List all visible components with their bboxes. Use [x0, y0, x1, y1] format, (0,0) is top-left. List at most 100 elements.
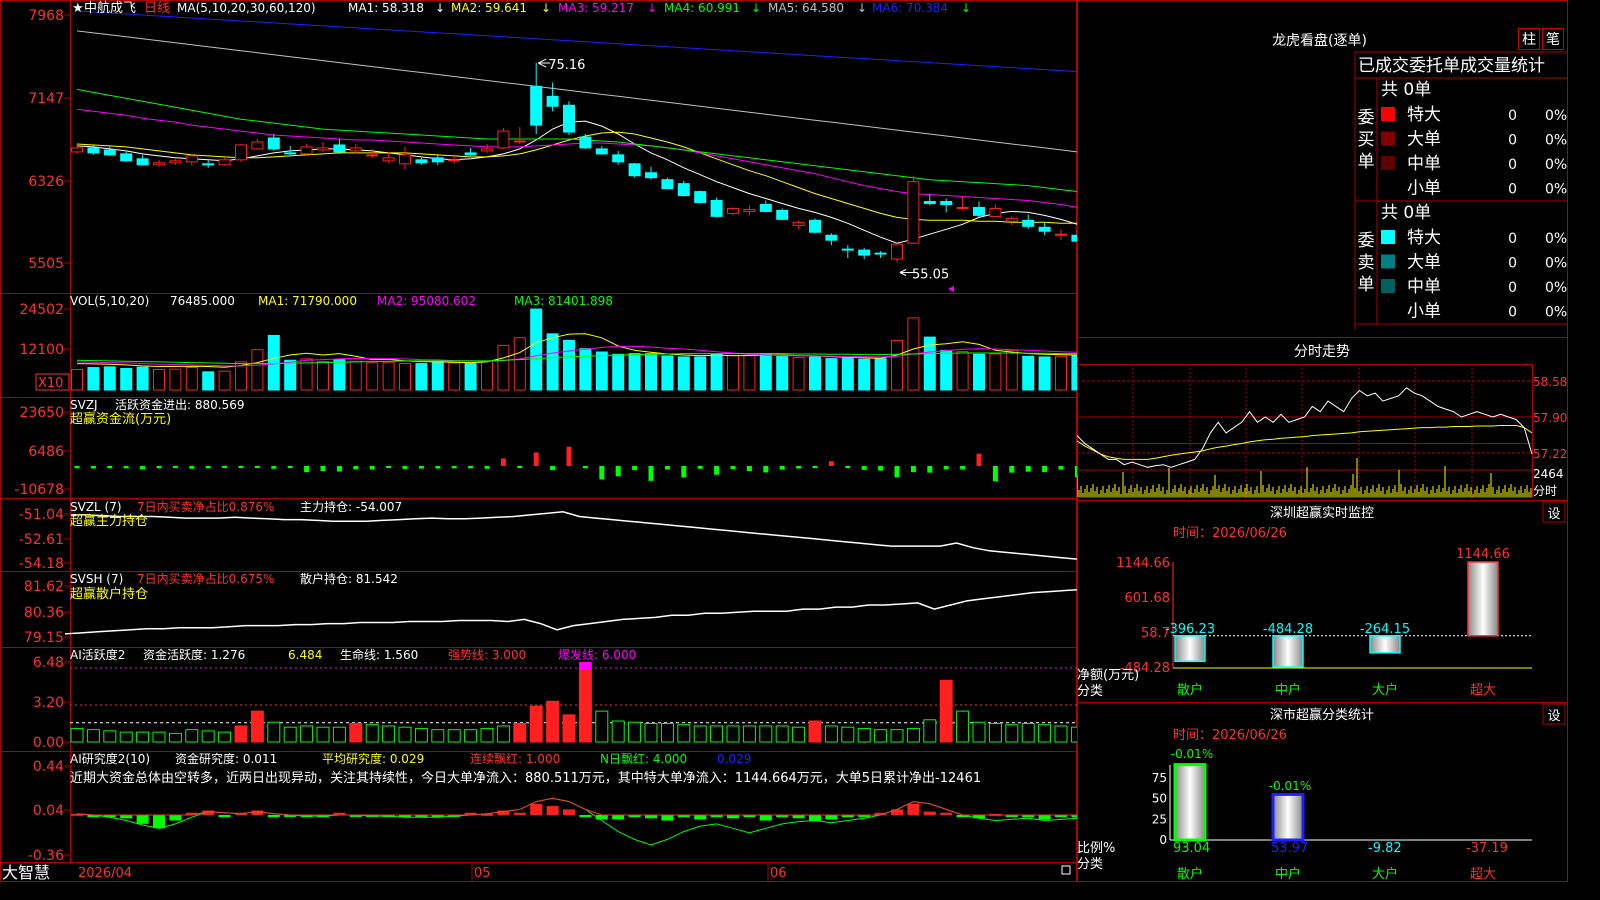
- sell-row-name: 小单: [1407, 302, 1441, 322]
- candle-body: [481, 148, 493, 152]
- left-chart-area[interactable]: 7968 7147 6326 5505 75.16 55.05 ★ 中航成飞 日线 MA(5,10…: [0, 0, 1077, 882]
- ai2-name: AI研究度2(10): [70, 751, 150, 766]
- candle-body: [349, 147, 362, 152]
- ma5-value: MA5: 64.580: [768, 1, 844, 15]
- ai1-bar: [464, 729, 478, 743]
- svzl-hold: 主力持仓: -54.007: [300, 499, 402, 514]
- classify-tick: 50: [1152, 792, 1167, 806]
- candle-body: [399, 154, 411, 165]
- svzj-bar: [271, 466, 277, 469]
- volume-bar: [415, 363, 428, 391]
- ai2-bar: [825, 814, 838, 820]
- ai1-bar: [857, 727, 871, 743]
- ai2-bar: [809, 814, 821, 821]
- ma60-line: [76, 30, 1077, 153]
- volume-tick: 24502: [19, 302, 64, 318]
- svzj-bar: [287, 466, 293, 468]
- trend-down-icon: ↓: [541, 1, 551, 15]
- volume-bar: [431, 361, 444, 391]
- candle-body: [448, 159, 461, 162]
- svzj-bar: [320, 466, 326, 472]
- classify-top-label: -0.01%: [1269, 779, 1311, 793]
- stock-name: 中航成飞: [84, 0, 136, 16]
- svzj-bar: [1009, 466, 1015, 473]
- volume-bar: [87, 367, 100, 391]
- classify-bar-value: -9.82: [1368, 841, 1402, 856]
- candle-body: [940, 200, 953, 205]
- svzj-tick: -10678: [14, 482, 64, 498]
- candle-body: [513, 140, 526, 143]
- classify-bar: [1271, 792, 1305, 842]
- sell-side-label: 委: [1358, 231, 1375, 251]
- ai1-bar: [906, 727, 920, 743]
- volume-bar: [809, 356, 821, 391]
- column-mode-button[interactable]: 柱: [1518, 28, 1540, 50]
- longhu-title: 龙虎看盘(逐单): [1272, 32, 1367, 49]
- ai1-bar: [546, 700, 560, 743]
- favorite-star-icon: ★: [72, 1, 84, 16]
- ma30-line: [76, 88, 1077, 193]
- ai1-bar: [578, 662, 592, 743]
- candle-body: [563, 104, 575, 133]
- ai1-bar: [742, 725, 756, 743]
- ai1-bar: [923, 719, 937, 743]
- price-tick: 7968: [28, 8, 64, 24]
- ai2-bar: [579, 814, 592, 818]
- volume-bar: [267, 334, 280, 391]
- ai1-bar: [677, 724, 691, 743]
- ai2-bar: [169, 814, 182, 821]
- vol-ma2: MA2: 95080.602: [377, 294, 476, 308]
- intraday-vol-label: 分时: [1533, 484, 1557, 498]
- ai2-bar: [940, 812, 953, 815]
- sell-color-swatch: [1381, 254, 1395, 269]
- volume-bar: [349, 361, 362, 391]
- monitor-category: 散户: [1177, 682, 1203, 698]
- ai2-bar: [530, 803, 543, 815]
- ai2-tick: 0.04: [33, 803, 64, 819]
- svzj-bar: [746, 466, 752, 472]
- svzj-bar: [681, 466, 687, 478]
- volume-bar: [1005, 349, 1018, 391]
- sell-total: 共 0单: [1381, 203, 1431, 223]
- ai1-bar: [332, 726, 346, 743]
- ai1-bar: [496, 725, 510, 743]
- ai1-tick: 6.48: [33, 655, 64, 671]
- svzj-bar: [632, 466, 638, 471]
- ai2-extra: 0.029: [717, 752, 751, 766]
- vol-ma1: MA1: 71790.000: [258, 294, 357, 308]
- candle-body: [87, 147, 100, 154]
- sell-color-swatch: [1381, 230, 1395, 244]
- ai1-bar: [382, 725, 396, 743]
- svzj-bar: [74, 466, 80, 469]
- date-axis-06: 06: [770, 866, 787, 881]
- svzj-bar: [254, 466, 260, 468]
- buy-row-pct: 0%: [1545, 133, 1567, 149]
- buy-row-name: 大单: [1407, 130, 1441, 150]
- ai1-bar: [562, 714, 576, 743]
- ai1-bar: [1005, 724, 1019, 743]
- lock-icon: [1061, 865, 1071, 875]
- sell-row-qty: 0: [1508, 231, 1517, 247]
- classify-category: 超大: [1470, 867, 1496, 882]
- volume-bar: [382, 361, 395, 391]
- intraday-avg-line: [1077, 425, 1533, 460]
- svzj-bar: [599, 466, 605, 480]
- volume-bar: [218, 370, 231, 391]
- classify-date: 时间：2026/06/26: [1173, 728, 1287, 743]
- cursor-marker: [948, 286, 954, 292]
- monitor-settings-label: 设: [1547, 507, 1560, 522]
- classify-tick: 0: [1159, 833, 1167, 847]
- price-tick: 5505: [28, 256, 64, 272]
- svsh-pct: 7日内买卖净占比0.675%: [137, 571, 274, 586]
- tick-mode-button[interactable]: 笔: [1542, 28, 1564, 50]
- candle-body: [366, 154, 379, 157]
- volume-bar: [399, 363, 411, 391]
- ai2-bar: [891, 809, 903, 815]
- classify-title: 深市超赢分类统计: [1270, 707, 1374, 723]
- ai1-bar: [775, 725, 789, 743]
- monitor-category: 超大: [1470, 683, 1496, 698]
- candle-body: [923, 200, 936, 204]
- ai1-bar: [1021, 722, 1035, 743]
- svzj-bar: [861, 466, 867, 470]
- volume-bar: [169, 368, 182, 391]
